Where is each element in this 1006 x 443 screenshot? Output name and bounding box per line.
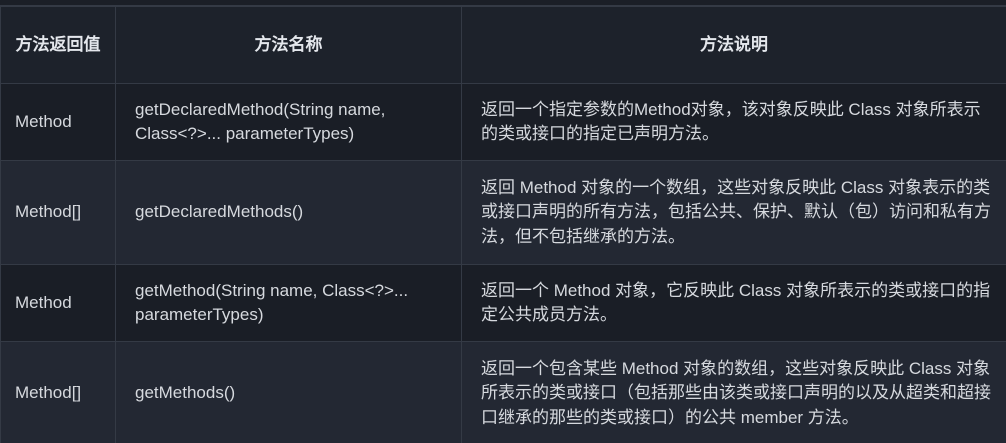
methods-table: 方法返回值 方法名称 方法说明 Method getDeclaredMethod… (0, 6, 1006, 443)
cell-return-type: Method (0, 83, 116, 161)
table-row: Method[] getDeclaredMethods() 返回 Method … (0, 160, 1006, 265)
cell-method-name: getDeclaredMethod(String name, Class<?>.… (115, 83, 462, 161)
page: 方法返回值 方法名称 方法说明 Method getDeclaredMethod… (0, 0, 1006, 443)
table-row: Method getMethod(String name, Class<?>..… (0, 264, 1006, 342)
header-method-name: 方法名称 (115, 6, 462, 84)
table-row: Method[] getMethods() 返回一个包含某些 Method 对象… (0, 341, 1006, 443)
cell-description: 返回一个包含某些 Method 对象的数组，这些对象反映此 Class 对象所表… (461, 341, 1006, 443)
cell-description: 返回一个 Method 对象，它反映此 Class 对象所表示的类或接口的指定公… (461, 264, 1006, 342)
table-row: Method getDeclaredMethod(String name, Cl… (0, 83, 1006, 161)
cell-return-type: Method[] (0, 341, 116, 443)
cell-method-name: getMethod(String name, Class<?>... param… (115, 264, 462, 342)
cell-return-type: Method (0, 264, 116, 342)
header-method-description: 方法说明 (461, 6, 1006, 84)
table-header-row: 方法返回值 方法名称 方法说明 (0, 6, 1006, 84)
cell-method-name: getMethods() (115, 341, 462, 443)
cell-method-name: getDeclaredMethods() (115, 160, 462, 265)
cell-description: 返回 Method 对象的一个数组，这些对象反映此 Class 对象表示的类或接… (461, 160, 1006, 265)
cell-return-type: Method[] (0, 160, 116, 265)
header-return-type: 方法返回值 (0, 6, 116, 84)
cell-description: 返回一个指定参数的Method对象，该对象反映此 Class 对象所表示的类或接… (461, 83, 1006, 161)
